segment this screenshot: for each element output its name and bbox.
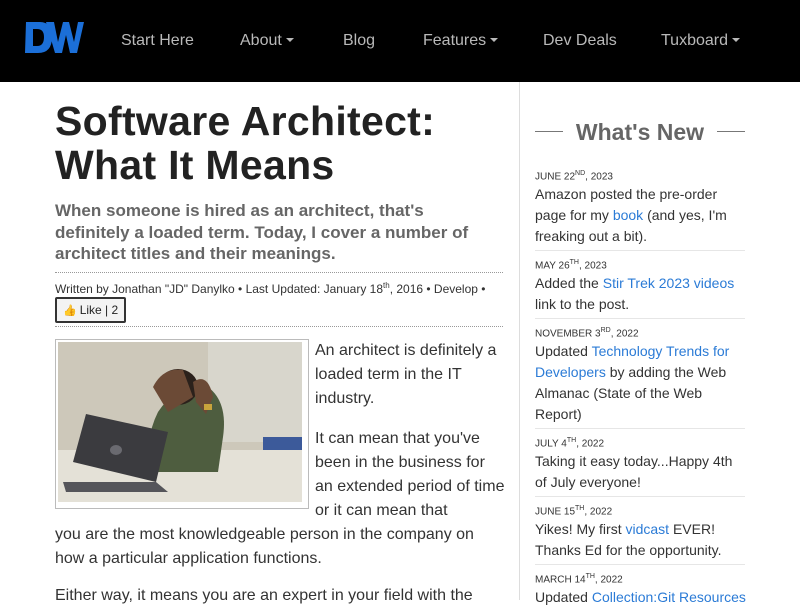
dw-logo[interactable]	[24, 18, 84, 58]
news-item: JUNE 15TH, 2022 Yikes! My first vidcast …	[535, 502, 745, 565]
news-link-book[interactable]: book	[613, 207, 643, 223]
news-item: MAY 26TH, 2023 Added the Stir Trek 2023 …	[535, 256, 745, 319]
nav-features[interactable]: Features	[423, 31, 499, 51]
nav-start-here[interactable]: Start Here	[121, 31, 194, 51]
photo-illustration	[58, 342, 302, 502]
news-date: NOVEMBER 3RD, 2022	[535, 327, 639, 340]
whats-new-heading: What's New	[535, 118, 745, 146]
caret-down-icon	[732, 38, 740, 42]
news-link-stir-trek[interactable]: Stir Trek 2023 videos	[603, 275, 735, 291]
news-link-git-resources[interactable]: Collection:Git Resources	[592, 589, 746, 605]
news-date: MARCH 14TH, 2022	[535, 573, 623, 586]
news-date: JUNE 22ND, 2023	[535, 170, 613, 183]
news-text: Taking it easy today...Happy 4th of July…	[535, 453, 733, 491]
article-subtitle: When someone is hired as an architect, t…	[55, 201, 469, 263]
news-text: Added the Stir Trek 2023 videos link to …	[535, 275, 735, 313]
heading-rule-right	[717, 131, 745, 132]
like-button[interactable]: 👍 Like | 2	[55, 297, 127, 323]
nav-dev-deals[interactable]: Dev Deals	[543, 31, 617, 51]
paragraph-2: It can mean that you've been in the busi…	[315, 430, 505, 519]
stressed-developer-photo	[58, 342, 302, 502]
caret-down-icon	[285, 38, 294, 42]
paragraph-2-continued: you are the most knowledgeable person in…	[55, 526, 474, 567]
byline: Written by Jonathan "JD" Danylko • Last …	[55, 272, 503, 296]
news-item: JULY 4TH, 2022 Taking it easy today...Ha…	[535, 434, 745, 497]
news-date: JULY 4TH, 2022	[535, 437, 605, 450]
news-date: JUNE 15TH, 2022	[535, 505, 613, 518]
whats-new-sidebar: What's New JUNE 22ND, 2023 Amazon posted…	[535, 82, 746, 605]
top-navbar: Start Here About Blog Features Dev Deals…	[0, 0, 800, 82]
paragraph-1: An architect is definitely a loaded term…	[315, 342, 497, 407]
article-image-frame	[55, 339, 309, 509]
caret-down-icon	[490, 38, 499, 42]
divider	[55, 326, 503, 327]
thumbs-up-icon: 👍	[63, 305, 77, 317]
sidebar-divider	[519, 82, 520, 600]
news-date: MAY 26TH, 2023	[535, 259, 607, 272]
nav-tuxboard[interactable]: Tuxboard	[661, 31, 740, 51]
paragraph-3: Either way, it means you are an expert i…	[55, 587, 473, 604]
news-text: Updated Technology Trends for Developers…	[535, 343, 730, 423]
nav-about[interactable]: About	[240, 31, 294, 51]
news-text: Updated Collection:Git Resources	[535, 589, 746, 606]
news-text: Yikes! My first vidcast EVER! Thanks Ed …	[535, 521, 722, 559]
page-title: Software Architect: What It Means	[55, 98, 436, 188]
news-item: NOVEMBER 3RD, 2022 Updated Technology Tr…	[535, 324, 745, 429]
news-link-vidcast[interactable]: vidcast	[626, 521, 670, 537]
news-text: Amazon posted the pre-order page for my …	[535, 186, 727, 245]
article: Software Architect: What It Means When s…	[55, 82, 505, 604]
news-item: JUNE 22ND, 2023 Amazon posted the pre-or…	[535, 167, 745, 251]
nav-blog[interactable]: Blog	[343, 31, 375, 51]
news-item: MARCH 14TH, 2022 Updated Collection:Git …	[535, 570, 746, 610]
